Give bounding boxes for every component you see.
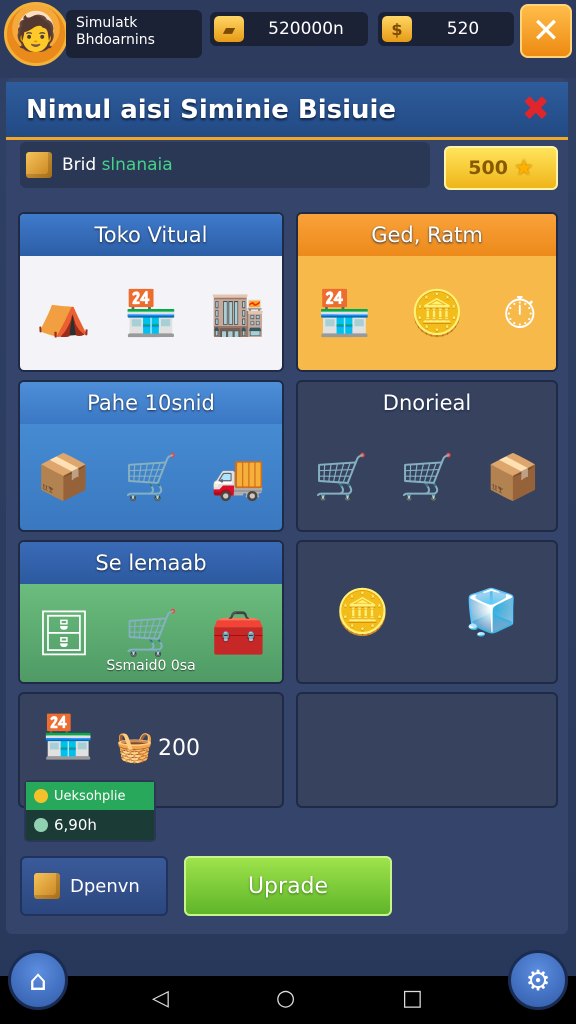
shopping-cart-icon: 🛒 — [313, 452, 369, 503]
coin-icon — [34, 789, 48, 803]
card-title: Se lemaab — [20, 542, 282, 584]
card-ged-ratm[interactable]: Ged, Ratm 🏪 🪙 ⏱ — [296, 212, 558, 372]
blue-cube-icon: 🧊 — [464, 587, 519, 638]
recent-apps-icon[interactable]: □ — [402, 986, 423, 1011]
card-illustration: ⛺ 🏪 🏬 — [20, 256, 282, 370]
card-illustration: 🪙 🧊 — [298, 542, 556, 682]
player-name: Simulatk — [76, 15, 138, 31]
card-se-lemaab[interactable]: Se lemaab 🗄 🛒 🧰 Ssmaid0 0sa — [18, 540, 284, 684]
star-icon: ★ — [513, 155, 534, 181]
crate-icon — [26, 152, 52, 178]
resource-coins: $ 520 — [378, 12, 514, 46]
card-illustration: 🛒 🛒 📦 — [298, 424, 556, 530]
dpenvn-label: Dpenvn — [70, 875, 140, 897]
cart-icon: 🛒 — [124, 608, 179, 659]
stat-value: 6,90h — [54, 816, 97, 834]
gold-button[interactable]: 500 ★ — [444, 146, 558, 190]
market-stall-icon: ⛺ — [36, 288, 92, 339]
settings-button[interactable]: ⚙ — [508, 950, 568, 1010]
home-button[interactable]: ⌂ — [8, 950, 68, 1010]
card-title: Pahe 10snid — [20, 382, 282, 424]
delivery-truck-icon: 🚚 — [210, 452, 266, 503]
trolley-icon: 🛒 — [399, 452, 455, 503]
card-empty[interactable] — [296, 692, 558, 808]
green-shop-icon: 🏪 — [42, 712, 95, 761]
coin-icon: $ — [382, 16, 412, 42]
card-pahe[interactable]: Pahe 10snid 📦 🛒 🚚 — [18, 380, 284, 532]
shelf-icon: 🗄 — [36, 608, 92, 659]
close-button[interactable]: ✕ — [520, 4, 572, 58]
house-icon: ⌂ — [29, 963, 47, 997]
gold-value: 520000n — [268, 19, 344, 39]
gold-bar-icon: ▰ — [214, 16, 244, 42]
player-avatar[interactable]: 🧑 — [4, 2, 68, 66]
card-illustration: 📦 🛒 🚚 — [20, 424, 282, 530]
home-circle-icon[interactable]: ○ — [276, 986, 295, 1011]
back-icon[interactable]: ◁ — [152, 986, 169, 1011]
dpenvn-button[interactable]: Dpenvn — [20, 856, 168, 916]
storefront-icon: 🏪 — [317, 288, 372, 339]
shop-building-icon: 🏪 — [123, 288, 179, 339]
stat-row: 6,90h — [26, 810, 154, 840]
card-coin[interactable]: 🪙 🧊 — [296, 540, 558, 684]
card-title: Ged, Ratm — [298, 214, 556, 256]
shopping-cart-icon: 🛒 — [123, 452, 179, 503]
card-toko-virtual[interactable]: Toko Vitual ⛺ 🏪 🏬 — [18, 212, 284, 372]
card-title: Toko Vitual — [20, 214, 282, 256]
basket-icon: 🧺 — [116, 730, 154, 765]
panel-title: Nimul aisi Siminie Bisiuie — [26, 94, 397, 125]
money-icon — [34, 818, 48, 832]
gold-button-value: 500 — [468, 157, 508, 179]
upgrade-button[interactable]: Uprade — [184, 856, 392, 916]
small-shop-icon: 🏬 — [210, 288, 266, 339]
card-footer: Ssmaid0 0sa — [106, 658, 196, 674]
gear-icon: ⚙ — [525, 963, 551, 997]
card-title: Dnorieal — [298, 382, 556, 424]
crate-icon: 🧰 — [211, 608, 266, 659]
info-label: Brid slnanaia — [62, 155, 173, 175]
panel-header: Nimul aisi Siminie Bisiuie ✖ — [6, 82, 568, 140]
coin-value: 520 — [446, 19, 480, 39]
stats-mini-panel: Ueksohplie 6,90h — [24, 780, 156, 842]
info-label-b: slnanaia — [101, 155, 173, 175]
card-illustration: 🏪 🪙 ⏱ — [298, 256, 556, 370]
resource-gold: ▰ 520000n — [210, 12, 368, 46]
shop-amount: 200 — [158, 736, 200, 761]
cargo-box-icon: 📦 — [36, 452, 92, 503]
player-info: Simulatk Bhdoarnins — [66, 10, 202, 58]
info-label-a: Brid — [62, 155, 97, 175]
info-row: Brid slnanaia — [20, 142, 430, 188]
boxes-icon: 📦 — [485, 452, 541, 503]
gold-coin-icon: 🪙 — [335, 587, 390, 638]
player-subtitle: Bhdoarnins — [76, 32, 155, 48]
clock-icon: ⏱ — [502, 287, 537, 339]
panel-close-icon[interactable]: ✖ — [522, 92, 551, 126]
stat-row: Ueksohplie — [26, 782, 154, 810]
stat-label: Ueksohplie — [54, 788, 126, 804]
card-dnorieal[interactable]: Dnorieal 🛒 🛒 📦 — [296, 380, 558, 532]
crate-icon — [34, 873, 60, 899]
stacked-coins-icon: 🪙 — [409, 288, 465, 339]
